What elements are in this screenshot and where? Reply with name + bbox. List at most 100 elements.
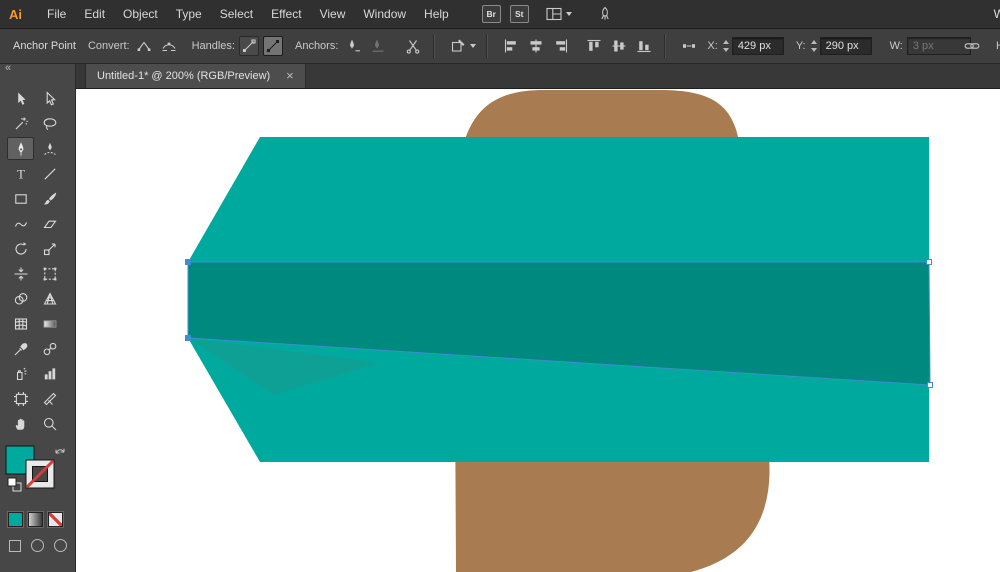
w-input[interactable]: 3 px xyxy=(906,37,971,55)
x-input[interactable]: 429 px xyxy=(731,37,784,55)
menu-effect[interactable]: Effect xyxy=(262,0,310,28)
pen-tool[interactable] xyxy=(7,137,34,160)
anchor-point-bottom-left[interactable] xyxy=(185,335,191,341)
eyedropper-tool[interactable] xyxy=(7,337,34,360)
menu-window[interactable]: Window xyxy=(354,0,415,28)
isolate-object-icon xyxy=(451,39,465,52)
y-input[interactable]: 290 px xyxy=(819,37,872,55)
shape-builder-tool[interactable] xyxy=(7,287,34,310)
link-dimensions-button[interactable] xyxy=(964,29,980,63)
gradient-button[interactable] xyxy=(28,512,43,527)
gpu-performance-icon[interactable] xyxy=(597,6,613,22)
draw-inside-icon[interactable] xyxy=(54,539,67,552)
cut-path-button[interactable] xyxy=(402,36,423,57)
blend-tool[interactable] xyxy=(36,337,63,360)
gradient-tool[interactable] xyxy=(36,312,63,335)
align-right-button[interactable] xyxy=(550,36,571,57)
eraser-tool-icon xyxy=(42,220,57,228)
chevron-down-icon[interactable] xyxy=(470,44,477,48)
none-button[interactable] xyxy=(48,512,63,527)
convert-to-corner-button[interactable] xyxy=(134,36,155,57)
type-tool[interactable]: T xyxy=(7,162,34,185)
stroke-swatch[interactable] xyxy=(25,459,55,489)
swap-fill-stroke-icon[interactable] xyxy=(55,448,65,454)
artboard-tool[interactable] xyxy=(7,387,34,410)
reference-point-button[interactable] xyxy=(678,36,699,57)
hide-handles-button[interactable] xyxy=(238,36,259,56)
draw-behind-icon[interactable] xyxy=(31,539,44,552)
rotate-tool[interactable] xyxy=(7,237,34,260)
document-tab[interactable]: Untitled-1* @ 200% (RGB/Preview) × xyxy=(85,62,306,88)
mesh-tool[interactable] xyxy=(7,312,34,335)
selection-tool[interactable] xyxy=(7,87,34,110)
anchor-point-top-left[interactable] xyxy=(185,259,191,265)
color-button[interactable] xyxy=(8,512,23,527)
menu-bar-icons: Br St xyxy=(481,5,613,23)
paintbrush-tool[interactable] xyxy=(36,187,63,210)
canvas-area[interactable] xyxy=(75,88,1000,572)
rectangle-tool[interactable] xyxy=(7,187,34,210)
convert-to-smooth-button[interactable] xyxy=(159,36,180,57)
w-label: W: xyxy=(889,40,903,52)
show-handles-button[interactable] xyxy=(262,36,283,56)
menu-help[interactable]: Help xyxy=(415,0,458,28)
x-stepper[interactable] xyxy=(722,39,730,53)
free-transform-tool[interactable] xyxy=(36,262,63,285)
perspective-grid-tool[interactable] xyxy=(36,287,63,310)
anchor-point-bottom-right[interactable] xyxy=(927,382,933,388)
anchors-label: Anchors: xyxy=(294,40,339,52)
pen-tool-icon xyxy=(18,141,23,155)
draw-normal-icon[interactable] xyxy=(9,539,21,552)
y-stepper[interactable] xyxy=(810,39,818,53)
align-top-button[interactable] xyxy=(583,36,604,57)
stepper-arrows-icon xyxy=(722,40,729,52)
isolate-object-button[interactable] xyxy=(447,36,468,57)
line-segment-tool[interactable] xyxy=(36,162,63,185)
handles-label: Handles: xyxy=(191,40,235,52)
handles-hide-icon xyxy=(242,39,256,52)
default-fill-stroke-icon[interactable] xyxy=(7,477,22,492)
slice-tool[interactable] xyxy=(36,387,63,410)
hand-tool[interactable] xyxy=(7,412,34,435)
menu-object[interactable]: Object xyxy=(114,0,167,28)
illustrator-window: Ai File Edit Object Type Select Effect V… xyxy=(0,0,1000,572)
symbol-sprayer-tool[interactable] xyxy=(7,362,34,385)
direct-selection-tool[interactable] xyxy=(36,87,63,110)
curvature-tool[interactable] xyxy=(36,137,63,160)
align-bottom-button[interactable] xyxy=(633,36,654,57)
document-tab-bar: Untitled-1* @ 200% (RGB/Preview) × xyxy=(75,62,1000,89)
width-tool[interactable] xyxy=(7,262,34,285)
connect-anchors-button[interactable] xyxy=(367,36,388,57)
close-icon[interactable]: × xyxy=(286,69,294,82)
column-graph-tool[interactable] xyxy=(36,362,63,385)
align-middle-button[interactable] xyxy=(608,36,629,57)
menu-file[interactable]: File xyxy=(38,0,75,28)
lasso-tool-icon xyxy=(43,117,56,130)
scale-tool[interactable] xyxy=(36,237,63,260)
menu-type[interactable]: Type xyxy=(167,0,211,28)
type-tool-icon: T xyxy=(17,166,25,181)
x-label: X: xyxy=(707,40,718,52)
collapse-panel-button[interactable]: « xyxy=(0,62,75,77)
menu-edit[interactable]: Edit xyxy=(75,0,114,28)
column-graph-tool-icon xyxy=(44,367,55,379)
blend-tool-icon xyxy=(43,342,56,355)
bridge-button[interactable]: Br xyxy=(481,5,501,23)
paintbrush-tool-icon xyxy=(43,192,56,204)
menu-select[interactable]: Select xyxy=(211,0,262,28)
rectangle-tool-icon xyxy=(14,193,27,204)
align-center-button[interactable] xyxy=(525,36,546,57)
zoom-tool[interactable] xyxy=(36,412,63,435)
menu-view[interactable]: View xyxy=(311,0,355,28)
lasso-tool[interactable] xyxy=(36,112,63,135)
shaper-tool[interactable] xyxy=(7,212,34,235)
anchor-point-top-right[interactable] xyxy=(926,259,932,265)
separator xyxy=(664,34,667,58)
direct-selection-tool-icon xyxy=(46,90,56,106)
workspace-switcher[interactable] xyxy=(546,7,572,21)
align-left-button[interactable] xyxy=(500,36,521,57)
magic-wand-tool[interactable] xyxy=(7,112,34,135)
eraser-tool[interactable] xyxy=(36,212,63,235)
stock-button[interactable]: St xyxy=(509,5,529,23)
remove-anchor-button[interactable] xyxy=(342,36,363,57)
